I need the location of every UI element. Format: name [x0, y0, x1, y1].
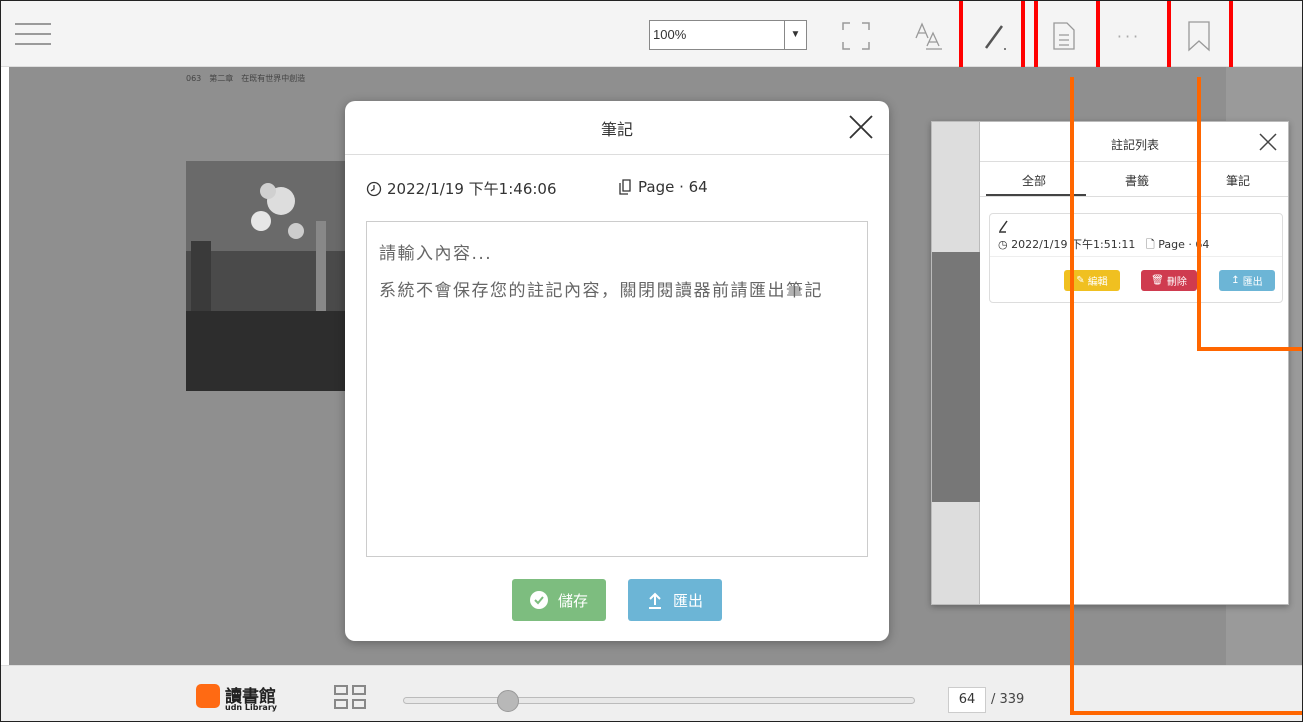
page-slider-thumb[interactable] — [497, 690, 519, 712]
note-list-highlight-box — [1034, 1, 1100, 77]
upload-icon: ↥ — [1231, 275, 1240, 286]
note-list-title: 註記列表 — [1110, 138, 1159, 152]
book-photo — [186, 161, 346, 391]
page-header: 063 第二章 在既有世界中創造 — [186, 74, 306, 83]
font-size-icon[interactable] — [911, 19, 947, 53]
divider — [990, 256, 1282, 257]
connector-line — [1197, 347, 1302, 351]
page-icon — [619, 179, 631, 195]
connector-line — [1197, 77, 1201, 351]
panel-left-strip — [932, 122, 980, 604]
card-meta: ◷ 2022/1/19 下午1:51:11 🗋 Page · 64 — [998, 236, 1209, 255]
delete-label: 刪除 — [1166, 277, 1187, 288]
export-label: 匯出 — [1242, 277, 1263, 288]
delete-button[interactable]: 🗑 刪除 — [1141, 270, 1197, 291]
export-button[interactable]: ↥ 匯出 — [1219, 270, 1275, 291]
pen-icon — [999, 220, 1008, 233]
zoom-value: 100% — [653, 27, 687, 42]
card-page: Page · 64 — [1158, 238, 1210, 251]
grid-view-icon[interactable] — [334, 685, 368, 713]
connector-line — [1070, 77, 1074, 715]
note-page: Page · 64 — [638, 178, 708, 196]
modal-title: 筆記 — [600, 120, 633, 139]
clock-icon — [366, 181, 382, 196]
panel-thumbnail — [932, 252, 980, 502]
chevron-down-icon: ▼ — [784, 21, 806, 49]
note-list-panel: 註記列表 全部 書籤 筆記 ◷ 2022/1/19 下午1:51:11 🗋 Pa… — [931, 121, 1289, 605]
save-label: 儲存 — [557, 591, 588, 610]
tab-notes[interactable]: 筆記 — [1226, 172, 1250, 189]
page-icon: 🗋 — [1145, 238, 1155, 251]
note-textarea[interactable]: 請輸入內容... 系統不會保存您的註記內容，關閉閱讀器前請匯出筆記 — [366, 221, 868, 557]
divider — [980, 161, 1288, 162]
more-icon[interactable]: ··· — [1111, 19, 1147, 53]
pen-highlight-box — [959, 1, 1025, 77]
page-total: / 339 — [991, 692, 1025, 707]
tab-all[interactable]: 全部 — [1022, 172, 1046, 189]
divider — [980, 196, 1288, 197]
app-window: 100% ▼ ··· 063 第二章 在既有世界中創造 讀書館 udn Libr… — [0, 0, 1303, 722]
placeholder-line-1: 請輸入內容... — [379, 244, 493, 264]
placeholder-line-2: 系統不會保存您的註記內容，關閉閱讀器前請匯出筆記 — [379, 281, 823, 301]
menu-icon[interactable] — [15, 23, 51, 47]
logo-subtitle: udn Library — [225, 703, 277, 712]
zoom-select[interactable]: 100% ▼ — [649, 20, 807, 50]
note-card: ◷ 2022/1/19 下午1:51:11 🗋 Page · 64 ✎ 編輯 🗑 刪… — [989, 213, 1283, 303]
note-page-row: Page · 64 — [619, 178, 708, 196]
note-modal: 筆記 2022/1/19 下午1:46:06 Page · 64 請輸入內容..… — [345, 101, 889, 641]
check-circle-icon — [529, 591, 548, 609]
upload-icon — [648, 592, 661, 609]
export-button[interactable]: 匯出 — [628, 579, 722, 621]
fullscreen-icon[interactable] — [838, 19, 874, 53]
page-slider-track[interactable] — [403, 697, 915, 704]
note-timestamp-row: 2022/1/19 下午1:46:06 — [366, 178, 557, 199]
connector-line — [1070, 711, 1302, 715]
tab-bookmarks[interactable]: 書籤 — [1125, 172, 1149, 189]
trash-icon: 🗑 — [1151, 275, 1164, 286]
close-icon[interactable] — [1257, 131, 1279, 153]
clock-icon: ◷ — [998, 238, 1008, 251]
edit-label: 編輯 — [1087, 277, 1108, 288]
note-timestamp: 2022/1/19 下午1:46:06 — [387, 180, 557, 198]
udn-logo-icon — [196, 684, 220, 708]
page-number-input[interactable]: 64 — [948, 687, 986, 713]
bookmark-highlight-box — [1167, 1, 1233, 77]
top-toolbar: 100% ▼ ··· — [1, 1, 1302, 77]
divider — [345, 154, 889, 155]
edit-icon: ✎ — [1076, 275, 1085, 286]
close-icon[interactable] — [845, 111, 877, 143]
export-label: 匯出 — [672, 591, 703, 610]
save-button[interactable]: 儲存 — [512, 579, 606, 621]
